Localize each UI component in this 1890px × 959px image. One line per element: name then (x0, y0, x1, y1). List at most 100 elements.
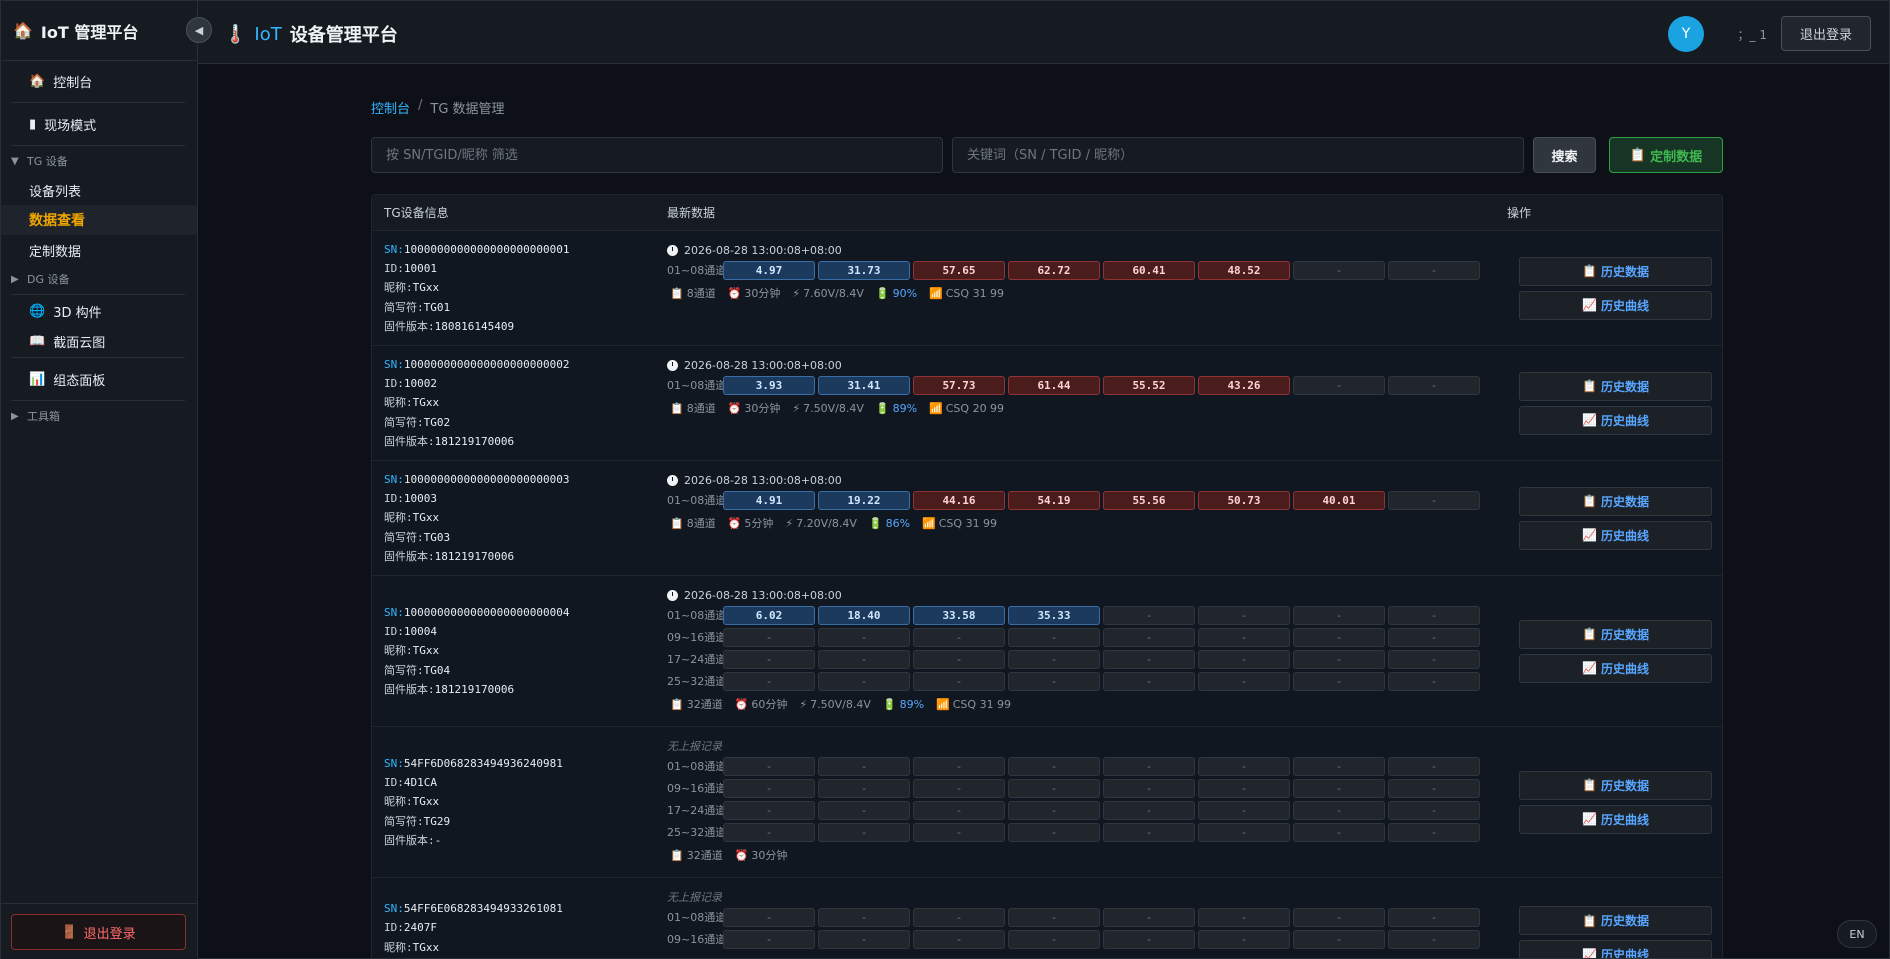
clipboard-icon: 📋 (670, 402, 684, 415)
channel-count-item: 📋 8通道 (670, 515, 716, 531)
history-curve-button[interactable]: 📈 历史曲线 (1519, 804, 1712, 834)
device-id-line: ID:2407F (384, 918, 667, 937)
latest-data: 无上报记录 01~08通道 - - - - - - - -09~16通道 - - - - - - - - (667, 878, 1507, 958)
avatar[interactable]: Y (1668, 16, 1704, 52)
channel-value-cell: 61.44 (1008, 375, 1100, 395)
history-data-button[interactable]: 📋 历史数据 (1519, 486, 1712, 516)
sidebar-group-dg-devices[interactable]: ▶ DG 设备 (1, 265, 197, 293)
channel-range-label: 17~24通道 (667, 804, 723, 817)
device-id-value: 10002 (403, 377, 437, 391)
channel-value-cell: - (818, 800, 910, 820)
sidebar-subitem-2[interactable]: 定制数据 (1, 235, 197, 265)
clock-icon (667, 359, 678, 371)
voltage-value: 7.50V/8.4V (810, 697, 871, 711)
sidebar-item-3d-component[interactable]: 🌐 3D 构件 (1, 296, 197, 326)
sidebar-item-section-cloud[interactable]: 📖 截面云图 (1, 326, 197, 356)
sidebar-group-toolbox[interactable]: ▶ 工具箱 (1, 402, 197, 430)
channel-value-cell: - (1103, 671, 1195, 691)
logout-button[interactable]: 退出登录 (1781, 16, 1871, 51)
keyword-search-input[interactable] (952, 137, 1524, 173)
channel-value-cell: - (723, 627, 815, 647)
device-id-key: ID: (384, 625, 404, 639)
history-data-button[interactable]: 📋 历史数据 (1519, 619, 1712, 649)
history-curve-button[interactable]: 📈 历史曲线 (1519, 520, 1712, 550)
sidebar-collapse-button[interactable]: ◀ (186, 17, 212, 43)
history-data-button[interactable]: 📋 历史数据 (1519, 371, 1712, 401)
history-curve-button[interactable]: 📈 历史曲线 (1519, 405, 1712, 435)
history-data-button[interactable]: 📋 历史数据 (1519, 906, 1712, 935)
breadcrumb-link-dashboard[interactable]: 控制台 (371, 98, 410, 117)
battery-level-item: 🔋 89% (876, 402, 917, 415)
device-info: SN:1000000000000000000000003 ID:10003 昵称:T… (372, 461, 667, 575)
channel-value-cell: - (1388, 907, 1480, 927)
device-nick-line: 昵称:TGxx (384, 641, 667, 660)
channel-row: 09~16通道 - - - - - - - - (667, 777, 1507, 799)
voltage-item: ⚡ 7.20V/8.4V (785, 517, 856, 530)
channel-value-cell: - (1103, 822, 1195, 842)
channel-value-cell: - (913, 627, 1005, 647)
device-sn-key: SN: (384, 901, 404, 915)
chart-icon: 📈 (1582, 812, 1597, 826)
channel-range-label: 17~24通道 (667, 653, 723, 666)
channel-value-cell: - (913, 756, 1005, 776)
sidebar-group-tg-devices[interactable]: ▼ TG 设备 (1, 147, 197, 175)
sidebar-item-field-mode[interactable]: ▮ 现场模式 (1, 104, 197, 144)
clipboard-icon: 📋 (1582, 494, 1597, 508)
channel-value-cell: 62.72 (1008, 260, 1100, 280)
history-data-label: 历史数据 (1600, 778, 1649, 793)
sidebar-brand[interactable]: 🏠 IoT 管理平台 (1, 1, 197, 61)
filter-input[interactable] (371, 137, 943, 173)
channel-value-cell: - (723, 822, 815, 842)
sidebar-logout-button[interactable]: 🚪 退出登录 (11, 914, 186, 950)
channel-range-label: 01~08通道 (667, 911, 723, 924)
chevron-left-icon: ◀ (194, 23, 204, 37)
sidebar-subitem-1[interactable]: 数据查看 (1, 205, 197, 235)
channel-value-cell: - (1198, 929, 1290, 949)
sidebar-item-label: 3D 构件 (53, 305, 102, 321)
history-curve-button[interactable]: 📈 历史曲线 (1519, 940, 1712, 958)
history-curve-button[interactable]: 📈 历史曲线 (1519, 653, 1712, 683)
channel-range-label: 01~08通道 (667, 264, 723, 277)
channel-value-cell: - (1388, 605, 1480, 625)
device-info: SN:1000000000000000000000004 ID:10004 昵称:T… (372, 576, 667, 726)
sidebar-item-config-panel[interactable]: 📊 组态面板 (1, 359, 197, 399)
history-curve-button[interactable]: 📈 历史曲线 (1519, 290, 1712, 320)
search-button[interactable]: 搜索 (1533, 137, 1596, 173)
battery-level-item: 🔋 90% (876, 287, 917, 300)
device-nick-value: TGxx (412, 396, 440, 410)
channel-count-item: 📋 32通道 (670, 847, 723, 863)
channel-value-cell: - (1103, 756, 1195, 776)
channel-value-cell: 55.56 (1103, 490, 1195, 510)
device-id-value: 10004 (403, 625, 437, 639)
row-actions: 📋 历史数据 📈 历史曲线 (1519, 878, 1712, 958)
table-row: SN:54FF6E068283494933261081 ID:2407F 昵称:TG… (372, 878, 1722, 958)
sidebar-divider (11, 102, 185, 103)
timestamp: 2026-08-28 13:00:08+08:00 (667, 471, 1507, 489)
channel-value-cell: - (723, 800, 815, 820)
channel-value-cell: - (1293, 260, 1385, 280)
device-nick-value: TGxx (412, 795, 440, 809)
report-interval-value: 5分钟 (744, 517, 774, 530)
channel-value-cell: - (1388, 627, 1480, 647)
language-toggle[interactable]: EN (1837, 920, 1877, 948)
device-sn-line: SN:1000000000000000000000003 (384, 470, 667, 489)
device-nick-line: 昵称:TGxx (384, 938, 667, 957)
channel-value-cell: - (1198, 822, 1290, 842)
page-header-title: 🌡️ IoT 设备管理平台 (224, 21, 398, 47)
device-abbr-line: 简写符:TG36 (384, 957, 667, 958)
username: ；_ 1 (1737, 28, 1767, 42)
sidebar-item-dashboard[interactable]: 🏠 控制台 (1, 61, 197, 101)
custom-data-button[interactable]: 📋 定制数据 (1609, 137, 1723, 173)
history-data-button[interactable]: 📋 历史数据 (1519, 770, 1712, 800)
device-fw-line: 固件版本:180816145409 (384, 317, 667, 336)
channel-value-cell: 4.91 (723, 490, 815, 510)
device-status-bar: 📋 32通道 ⏰ 30分钟 (667, 843, 1507, 867)
history-data-button[interactable]: 📋 历史数据 (1519, 256, 1712, 286)
sidebar-subitem-0[interactable]: 设备列表 (1, 175, 197, 205)
sidebar-item-icon: 📖 (29, 333, 46, 349)
signal-quality-item: 📶 CSQ 31 99 (922, 517, 997, 530)
device-fw-key: 固件版本: (384, 549, 435, 563)
voltage-item: ⚡ 7.60V/8.4V (792, 287, 863, 300)
report-interval-item: ⏰ 60分钟 (735, 696, 788, 712)
device-nick-value: TGxx (412, 940, 440, 954)
